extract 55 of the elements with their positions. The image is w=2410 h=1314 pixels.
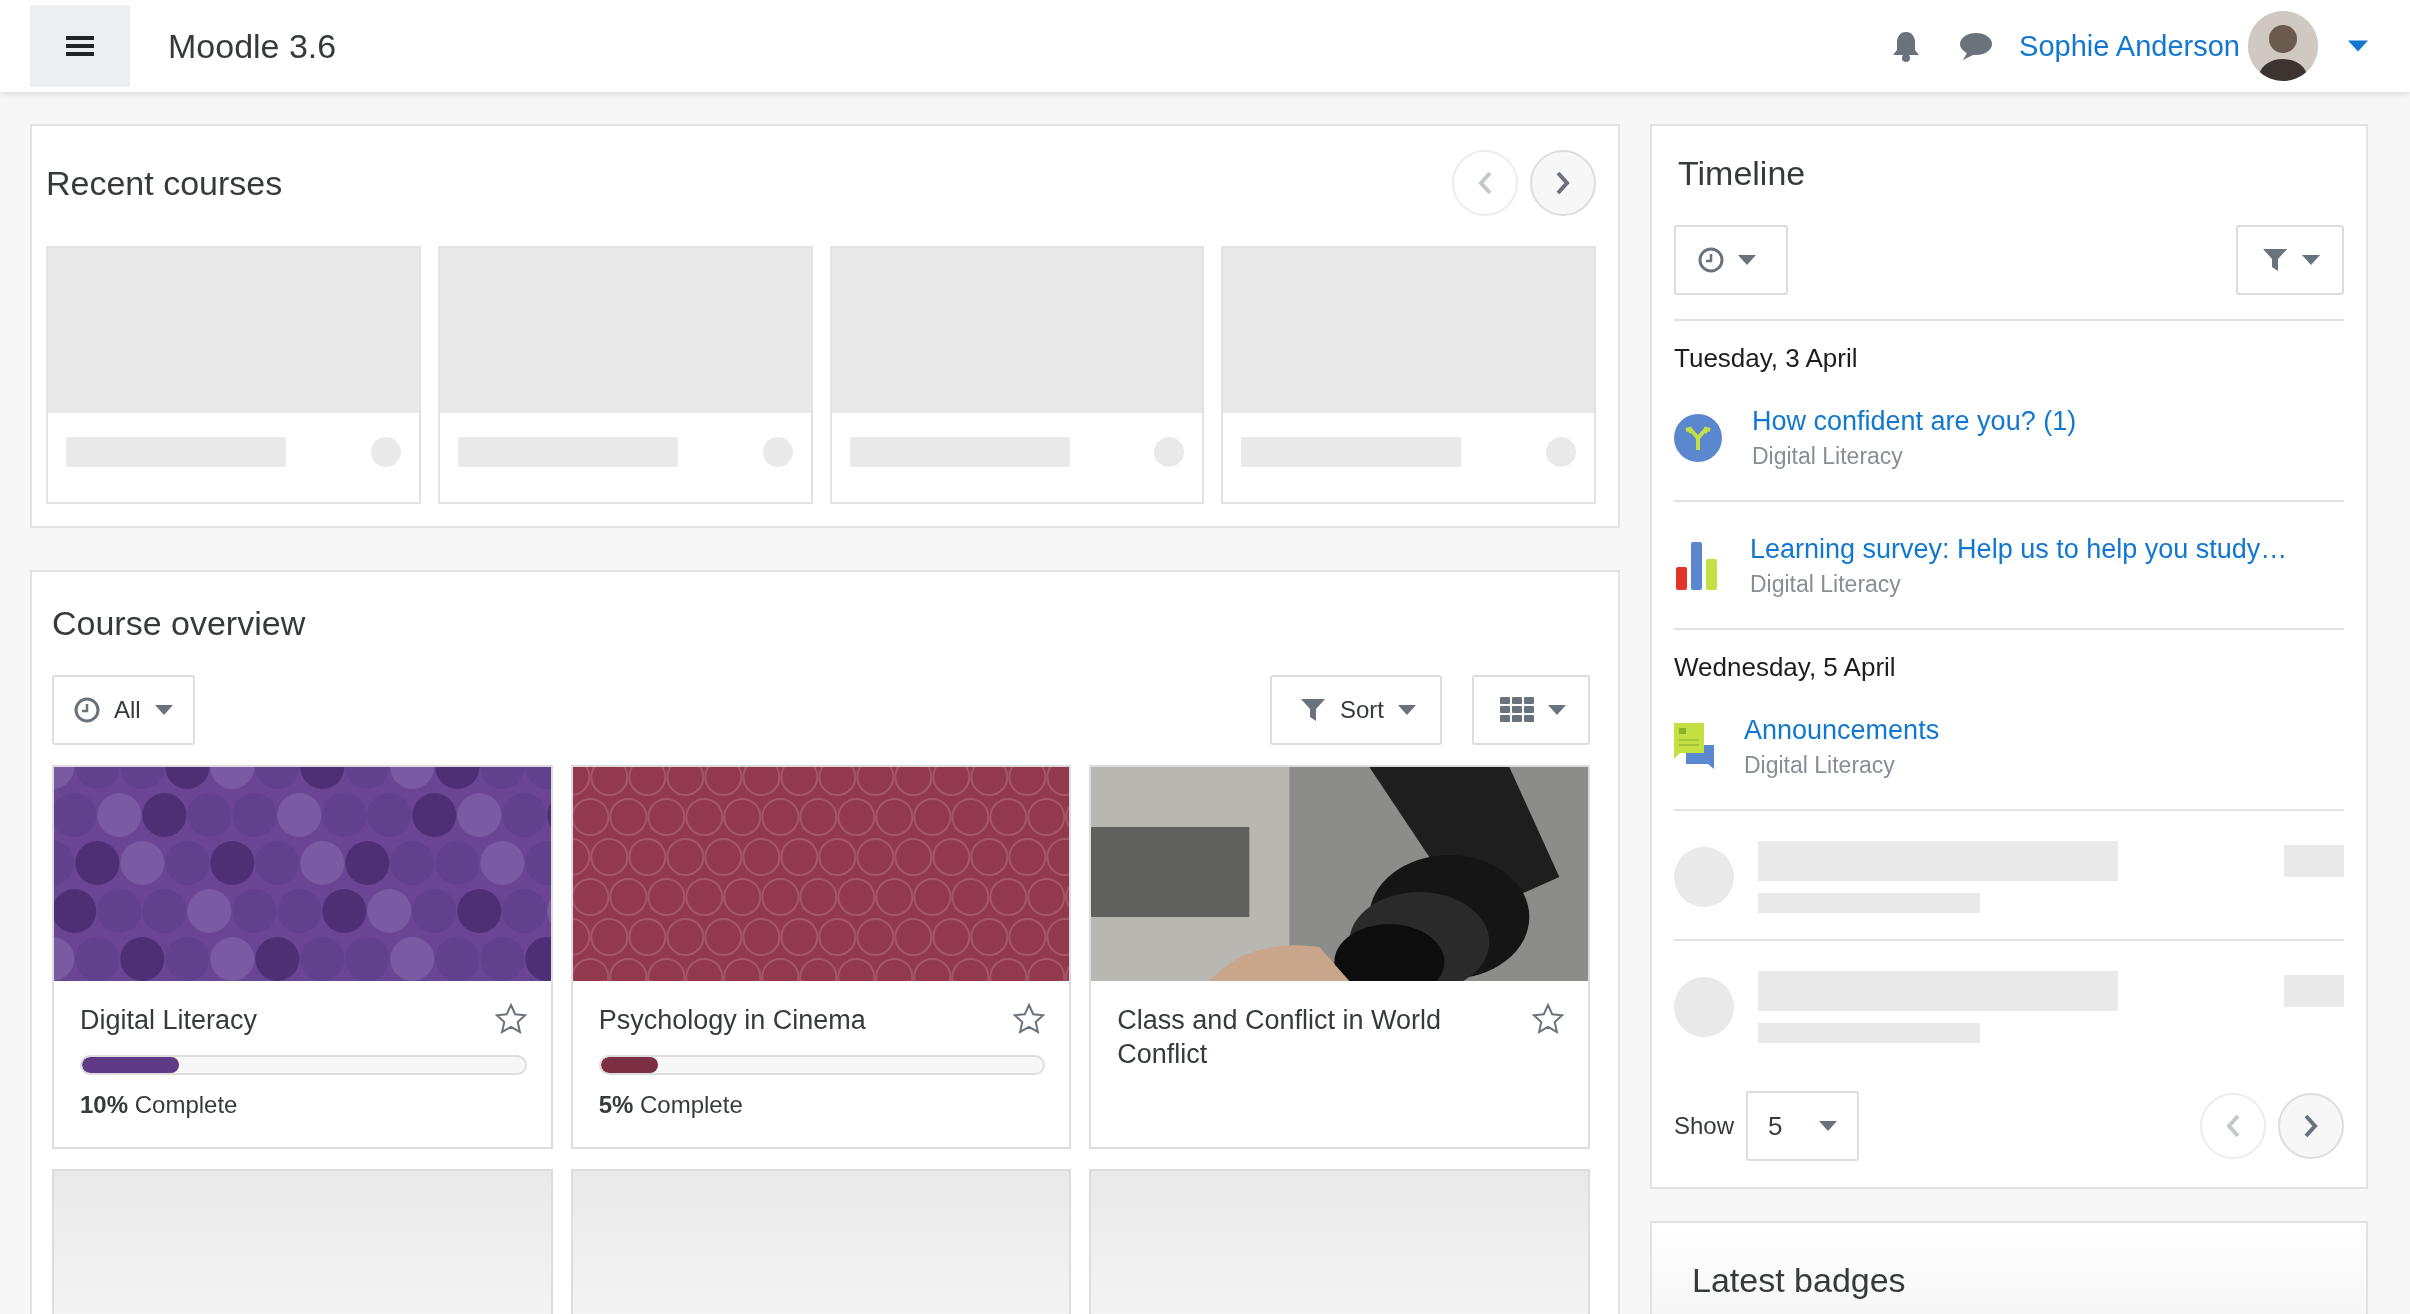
card-title: Recent courses [46,163,283,203]
caret-icon [154,705,173,715]
filter-dropdown[interactable]: All [52,675,195,745]
grid-icon [1500,697,1534,723]
clock-icon [74,697,100,723]
branch-icon [1674,414,1722,462]
caret-icon[interactable] [2348,40,2368,52]
show-label: Show [1674,1112,1735,1140]
caret-icon [1548,705,1566,715]
course-card[interactable]: Class and Conflict in World Conflict [1089,765,1590,1149]
course-name[interactable]: Psychology in Cinema [598,1003,1014,1037]
chevron-left-icon [1477,170,1493,196]
menu-icon [66,35,94,57]
star-icon[interactable] [1532,1003,1564,1035]
chevron-right-icon [2303,1113,2319,1139]
star-icon[interactable] [1013,1003,1046,1035]
card-title: Course overview [52,604,307,643]
chevron-left-icon [2225,1113,2241,1139]
caret-icon [1738,255,1756,265]
chat-icon[interactable] [1959,31,1994,61]
chat-bubbles-icon [1674,723,1714,771]
sort-dropdown[interactable]: Sort [1270,675,1442,745]
event-link[interactable]: How confident are you? (1) [1752,406,2077,437]
filter-icon [1300,697,1326,723]
caret-icon [1818,1121,1837,1131]
card-title: Timeline [1678,154,1807,193]
event-link[interactable]: Learning survey: Help us to help you study… [1750,534,2288,565]
caret-icon [2302,255,2320,265]
site-name: Moodle 3.6 [168,26,337,66]
clock-icon [1698,247,1724,273]
course-name[interactable]: Digital Literacy [80,1003,495,1037]
event-course: Digital Literacy [1752,443,1904,470]
card-title: Latest badges [1692,1261,1907,1300]
course-name[interactable]: Class and Conflict in World Conflict [1117,1003,1532,1071]
event-course: Digital Literacy [1744,752,1896,779]
bar-chart-icon [1674,542,1720,590]
caret-icon [1398,705,1416,715]
sort-dropdown[interactable] [1674,225,1788,295]
progress-text: 5% Complete [598,1091,744,1119]
date-heading: Tuesday, 3 April [1674,342,1859,375]
chevron-right-icon [1555,170,1571,196]
progress-text: 10% Complete [80,1091,239,1119]
menu-button[interactable] [30,5,130,87]
star-icon[interactable] [494,1003,527,1035]
course-card[interactable]: Psychology in Cinema 5% Complete [570,765,1072,1149]
event-link[interactable]: Announcements [1744,715,1940,746]
filter-icon [2262,247,2288,273]
page-size-dropdown[interactable]: 5 [1746,1091,1859,1161]
view-dropdown[interactable] [1472,675,1590,745]
bell-icon[interactable] [1891,30,1922,62]
date-heading: Wednesday, 5 April [1674,651,1897,684]
event-course: Digital Literacy [1750,571,1902,598]
course-card[interactable]: Digital Literacy 10% Complete [52,765,553,1149]
filter-dropdown[interactable] [2236,225,2344,295]
user-name-link[interactable]: Sophie Anderson [2019,29,2240,63]
